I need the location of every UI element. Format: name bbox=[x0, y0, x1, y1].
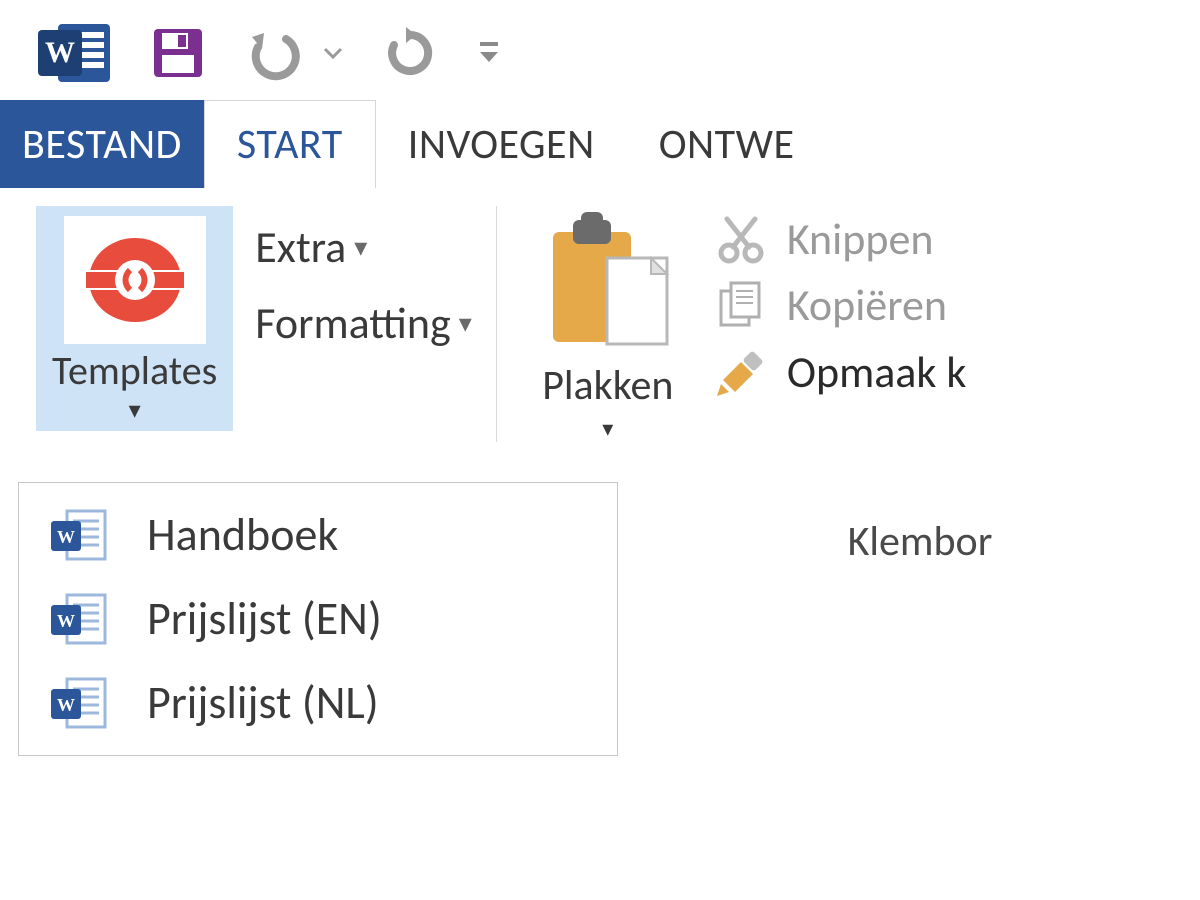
paste-button[interactable]: Plakken ▾ bbox=[525, 206, 691, 442]
cut-label: Knippen bbox=[787, 212, 934, 266]
paste-icon bbox=[533, 206, 683, 356]
ribbon-group-custom: Templates ▾ Extra ▾ Formatting ▾ bbox=[18, 206, 490, 431]
ribbon-group-clipboard: Plakken ▾ Knippen bbox=[496, 206, 985, 442]
extra-menu-button[interactable]: Extra ▾ bbox=[255, 220, 472, 274]
copy-label: Kopiëren bbox=[787, 278, 947, 332]
paste-button-label: Plakken bbox=[542, 360, 673, 411]
svg-text:W: W bbox=[57, 527, 75, 547]
chevron-down-icon: ▾ bbox=[354, 231, 367, 263]
tab-start[interactable]: START bbox=[204, 100, 376, 188]
word-doc-icon: W bbox=[47, 507, 111, 563]
formatting-menu-label: Formatting bbox=[255, 296, 450, 350]
templates-dropdown: W Handboek W Prijslijst (EN) bbox=[18, 482, 618, 756]
templates-item-label: Prijslijst (NL) bbox=[147, 675, 379, 731]
svg-text:W: W bbox=[57, 611, 75, 631]
templates-button[interactable]: Templates ▾ bbox=[36, 206, 233, 431]
save-button[interactable] bbox=[150, 25, 206, 81]
templates-item-handboek[interactable]: W Handboek bbox=[19, 493, 617, 577]
undo-button[interactable] bbox=[242, 25, 306, 81]
templates-logo-icon bbox=[64, 216, 206, 344]
chevron-down-icon: ▾ bbox=[602, 415, 613, 442]
tab-insert[interactable]: INVOEGEN bbox=[376, 100, 627, 188]
tab-design[interactable]: ONTWE bbox=[627, 100, 795, 188]
ribbon: Templates ▾ Extra ▾ Formatting ▾ Plakke bbox=[0, 188, 1200, 442]
svg-text:W: W bbox=[45, 36, 75, 69]
ribbon-tabstrip: BESTAND START INVOEGEN ONTWE bbox=[0, 100, 1200, 188]
copy-icon bbox=[713, 279, 769, 331]
word-doc-icon: W bbox=[47, 591, 111, 647]
format-painter-button[interactable]: Opmaak k bbox=[713, 344, 967, 400]
extra-menu-label: Extra bbox=[255, 220, 346, 274]
templates-item-prijslijst-en[interactable]: W Prijslijst (EN) bbox=[19, 577, 617, 661]
templates-item-label: Prijslijst (EN) bbox=[147, 591, 382, 647]
templates-button-label: Templates bbox=[52, 350, 217, 392]
chevron-down-icon: ▾ bbox=[129, 396, 141, 425]
templates-item-label: Handboek bbox=[147, 507, 338, 563]
tab-file[interactable]: BESTAND bbox=[0, 100, 204, 188]
word-doc-icon: W bbox=[47, 675, 111, 731]
format-painter-label: Opmaak k bbox=[787, 345, 967, 399]
svg-text:W: W bbox=[57, 695, 75, 715]
format-painter-icon bbox=[713, 344, 769, 400]
customize-qat-caret[interactable] bbox=[476, 38, 502, 68]
templates-item-prijslijst-nl[interactable]: W Prijslijst (NL) bbox=[19, 661, 617, 745]
cut-button[interactable]: Knippen bbox=[713, 212, 967, 266]
word-app-icon: W bbox=[38, 20, 114, 86]
undo-dropdown-caret[interactable] bbox=[322, 42, 344, 64]
clipboard-group-label: Klembor bbox=[848, 516, 993, 567]
copy-button[interactable]: Kopiëren bbox=[713, 278, 967, 332]
scissors-icon bbox=[713, 213, 769, 265]
formatting-menu-button[interactable]: Formatting ▾ bbox=[255, 296, 472, 350]
quick-access-toolbar: W bbox=[0, 0, 1200, 100]
chevron-down-icon: ▾ bbox=[459, 307, 472, 339]
repeat-button[interactable] bbox=[380, 25, 440, 81]
